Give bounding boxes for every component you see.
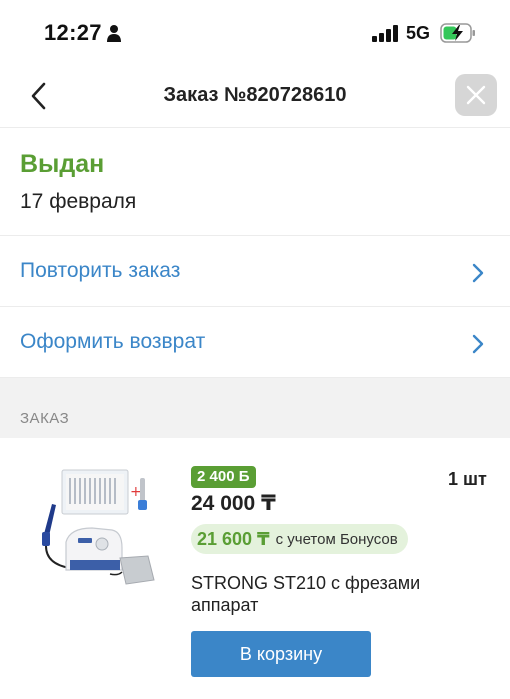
page-title: Заказ №820728610 [163,84,347,106]
bonus-price-note: с учетом Бонусов [275,530,398,548]
battery-icon [440,23,475,43]
repeat-order-button[interactable]: Повторить заказ [0,237,510,307]
section-title: ЗАКАЗ [20,410,70,427]
return-order-button[interactable]: Оформить возврат [0,308,510,378]
signal-icon [372,25,398,42]
status-time: 12:27 [44,20,102,45]
add-to-cart-button[interactable]: В корзину [191,631,371,677]
product-name[interactable]: STRONG ST210 с фрезами аппарат [191,572,451,616]
chevron-right-icon [472,263,484,283]
repeat-order-label: Повторить заказ [20,259,181,282]
svg-text:+: + [130,484,142,500]
network-label: 5G [406,23,431,43]
product-card: + 2 400 Б 24 000 ₸ 1 шт 21 600 ₸ с учето… [0,438,510,699]
close-button[interactable] [455,74,497,116]
product-quantity: 1 шт [448,469,487,489]
product-price: 24 000 ₸ [191,492,276,515]
order-status-block: Выдан 17 февраля [0,129,510,236]
status-bar: 12:27 5G [0,0,510,64]
return-order-label: Оформить возврат [20,330,206,353]
header: Заказ №820728610 [0,64,510,128]
close-icon [466,85,486,105]
bonus-price-value: 21 600 ₸ [197,528,270,549]
bonus-price-pill: 21 600 ₸ с учетом Бонусов [191,524,408,554]
person-icon [107,25,121,42]
product-image[interactable]: + [30,464,160,594]
chevron-right-icon [472,334,484,354]
bonus-badge: 2 400 Б [191,466,256,488]
section-header: ЗАКАЗ [0,378,510,438]
order-status: Выдан [20,150,105,178]
order-date: 17 февраля [20,190,137,213]
